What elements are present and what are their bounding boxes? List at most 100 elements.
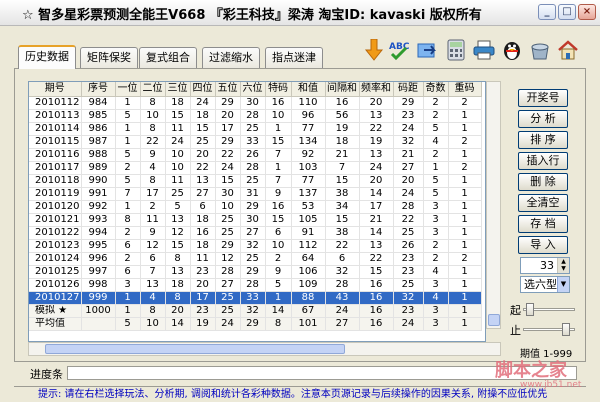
analyze-button[interactable]: 分 析	[518, 110, 568, 128]
table-cell: 16	[359, 291, 394, 305]
history-data-grid[interactable]: 期号 序号 一位 二位 三位 四位 五位 六位 特码 和值 间隔和 频率和 码距 奇数 重码 2010112…	[28, 81, 486, 342]
table-cell: 1	[448, 200, 482, 214]
column-header[interactable]: 频率和	[359, 82, 394, 97]
table-cell: 6	[115, 239, 141, 253]
table-cell: 16	[265, 96, 292, 110]
column-header[interactable]: 四位	[190, 82, 216, 97]
table-cell	[81, 317, 116, 331]
chevron-down-icon[interactable]: ▼	[557, 277, 569, 292]
table-cell: 29	[215, 135, 241, 149]
table-row[interactable]: 2010125 997 6 7 13 23 28 29 9 106 32 15 23 4 1	[29, 265, 482, 279]
table-row[interactable]: 2010115 987 1 22 24 25 29 33 15 134 18 19 32 4 2	[29, 135, 482, 149]
count-spinner[interactable]: 33 ▲ ▼	[520, 257, 570, 274]
column-header[interactable]: 重码	[448, 82, 482, 97]
table-row[interactable]: 2010121 993 8 11 13 18 25 30 15 105 15 21 22 3 1	[29, 213, 482, 227]
column-header[interactable]: 一位	[115, 82, 141, 97]
table-row[interactable]: 2010120 992 1 2 5 6 10 29 16 53 34 17 28 3 1	[29, 200, 482, 214]
qq-penguin-icon[interactable]	[500, 38, 524, 62]
column-header[interactable]: 三位	[165, 82, 191, 97]
table-row[interactable]: 2010122 994 2 9 12 16 25 27 6 91 38 14 25 3 1	[29, 226, 482, 240]
table-cell: 27	[190, 187, 216, 201]
column-header[interactable]: 间隔和	[325, 82, 360, 97]
column-header[interactable]: 特码	[265, 82, 292, 97]
slider-to-thumb[interactable]	[562, 323, 570, 336]
draw-numbers-button[interactable]: 开奖号	[518, 89, 568, 107]
table-cell: 25	[240, 252, 266, 266]
tab-guidance[interactable]: 指点迷津	[265, 47, 323, 68]
tab-matrix-guarantee[interactable]: 矩阵保奖	[80, 47, 138, 68]
horizontal-scroll-thumb[interactable]	[45, 344, 345, 354]
column-header[interactable]: 序号	[81, 82, 116, 97]
spellcheck-abc-icon[interactable]: ABC	[388, 38, 412, 62]
table-cell: 15	[325, 174, 360, 188]
play-mode-select[interactable]: 选六型 ▼	[520, 276, 570, 293]
table-cell: 32	[393, 291, 424, 305]
recycle-icon[interactable]	[528, 38, 552, 62]
table-row[interactable]: 2010123 995 6 12 15 18 29 32 10 112 22 13 26 2 1	[29, 239, 482, 253]
vertical-scroll-thumb[interactable]	[488, 314, 500, 326]
table-cell: 18	[165, 278, 191, 292]
table-row[interactable]: 平均值 5 10 14 19 24 29 8 101 27 16 24 3 1	[29, 317, 482, 331]
table-cell: 17	[359, 200, 394, 214]
table-cell: 21	[325, 148, 360, 162]
column-header[interactable]: 和值	[291, 82, 326, 97]
import-button[interactable]: 导 入	[518, 236, 568, 254]
vertical-scrollbar[interactable]	[486, 81, 501, 329]
table-cell: 21	[359, 213, 394, 227]
archive-button[interactable]: 存 档	[518, 215, 568, 233]
table-row[interactable]: 2010112 984 1 8 18 24 29 30 16 110 16 20 29 2 2	[29, 96, 482, 110]
table-row[interactable]: 2010124 996 2 6 8 11 12 25 2 64 6 22 23 2 2	[29, 252, 482, 266]
table-cell: 64	[291, 252, 326, 266]
app-window: ☆ 智多星彩票预测全能王V668 『彩王科技』梁涛 淘宝ID: kavaski …	[0, 0, 600, 402]
column-header[interactable]: 六位	[240, 82, 266, 97]
table-cell: 1	[448, 278, 482, 292]
table-row[interactable]: 2010118 990 5 8 11 13 15 25 7 77 15 20 20 5 1	[29, 174, 482, 188]
spinner-arrows-icon[interactable]: ▲ ▼	[557, 258, 569, 273]
table-cell: 2010118	[29, 174, 82, 188]
clear-all-button[interactable]: 全清空	[518, 194, 568, 212]
column-header[interactable]: 期号	[29, 82, 82, 97]
hint-text: 提示: 请在右栏选择玩法、分析期, 调阅和统计各彩种数据。注意本页源记录与后续操…	[14, 386, 586, 402]
table-cell: 20	[215, 109, 241, 123]
table-row[interactable]: 2010113 985 5 10 15 18 20 28 10 96 56 13 23 2 1	[29, 109, 482, 123]
table-cell: 23	[393, 304, 424, 318]
table-row[interactable]: 2010117 989 2 4 10 22 24 28 1 103 7 24 27 1 2	[29, 161, 482, 175]
table-row[interactable]: 2010119 991 7 17 25 27 30 31 9 137 38 14 24 5 1	[29, 187, 482, 201]
export-icon[interactable]	[415, 38, 439, 62]
table-row[interactable]: 2010127 999 1 4 8 17 25 33 1 88 43 16 32 4 1	[29, 291, 482, 305]
table-cell: 25	[393, 278, 424, 292]
minimize-button[interactable]: _	[538, 4, 556, 20]
column-header[interactable]: 奇数	[423, 82, 449, 97]
horizontal-scrollbar[interactable]	[28, 342, 501, 356]
table-cell: 2	[448, 161, 482, 175]
restore-button[interactable]: □	[558, 4, 576, 20]
table-cell: 109	[291, 278, 326, 292]
printer-icon[interactable]	[472, 38, 496, 62]
table-cell: 18	[165, 96, 191, 110]
table-row[interactable]: 模拟 ★ 1000 1 8 20 23 25 32 14 67 24 16 23 3 1	[29, 304, 482, 318]
table-cell: 30	[240, 96, 266, 110]
column-header[interactable]: 五位	[215, 82, 241, 97]
delete-button[interactable]: 删 除	[518, 173, 568, 191]
tab-filter-shrink[interactable]: 过滤缩水	[202, 47, 260, 68]
table-row[interactable]: 2010114 986 1 8 11 15 17 25 1 77 19 22 24 5 1	[29, 122, 482, 136]
download-arrow-icon[interactable]	[362, 38, 386, 62]
column-header[interactable]: 二位	[140, 82, 166, 97]
close-button[interactable]: ×	[578, 4, 596, 20]
tab-history-data[interactable]: 历史数据	[18, 45, 76, 69]
table-cell: 993	[81, 213, 116, 227]
table-cell: 27	[325, 317, 360, 331]
calculator-icon[interactable]	[444, 38, 468, 62]
sort-button[interactable]: 排 序	[518, 131, 568, 149]
table-row[interactable]: 2010126 998 3 13 18 20 27 28 5 109 28 16 25 3 1	[29, 278, 482, 292]
table-row[interactable]: 2010116 988 5 9 10 20 22 26 7 92 21 13 21 2 1	[29, 148, 482, 162]
home-icon[interactable]	[556, 38, 580, 62]
tab-compound-combination[interactable]: 复式组合	[139, 47, 197, 68]
table-cell: 4	[423, 265, 449, 279]
table-cell: 5	[265, 278, 292, 292]
insert-row-button[interactable]: 插入行	[518, 152, 568, 170]
table-cell: 1	[448, 122, 482, 136]
column-header[interactable]: 码距	[393, 82, 424, 97]
table-cell: 29	[215, 96, 241, 110]
slider-from-thumb[interactable]	[526, 303, 534, 316]
